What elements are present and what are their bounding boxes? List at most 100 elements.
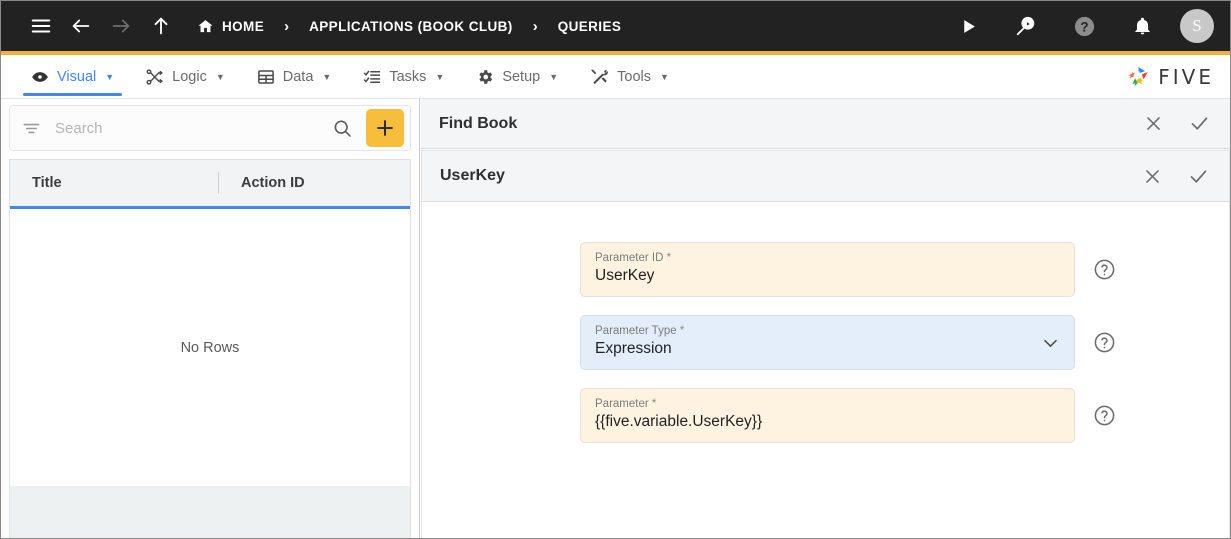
tab-data[interactable]: Data ▼ — [241, 55, 348, 98]
field-label: Parameter Type * — [595, 325, 1060, 337]
avatar[interactable]: S — [1180, 9, 1214, 43]
check-icon[interactable] — [1188, 166, 1209, 187]
breadcrumb-separator: › — [284, 17, 290, 35]
breadcrumb-separator: › — [532, 17, 538, 35]
field-row-parameter: Parameter * {{five.variable.UserKey}} — [422, 388, 1229, 443]
field-label: Parameter * — [595, 398, 1060, 410]
grid-header-row: Title Action ID — [10, 159, 410, 209]
gear-icon — [476, 68, 494, 86]
chevron-down-icon[interactable] — [1041, 333, 1060, 352]
tab-label: Tasks — [389, 68, 427, 85]
svg-text:?: ? — [1080, 19, 1088, 34]
search-icon[interactable] — [328, 114, 356, 142]
field-label: Parameter ID * — [595, 252, 1060, 264]
panel-title: Find Book — [439, 114, 518, 132]
required-marker: * — [651, 398, 657, 410]
field-value: UserKey — [595, 267, 655, 284]
chevron-down-icon: ▼ — [322, 71, 332, 82]
records-grid: Title Action ID No Rows — [9, 159, 411, 538]
field-value: {{five.variable.UserKey}} — [595, 413, 763, 430]
notifications-icon[interactable] — [1122, 6, 1162, 46]
chevron-down-icon: ▼ — [435, 71, 445, 82]
module-tab-bar: Visual ▼ Logic ▼ Data ▼ Tasks ▼ Setup ▼ … — [1, 55, 1230, 99]
panel-title: UserKey — [440, 167, 505, 184]
field-row-parameter-id: Parameter ID * UserKey — [422, 242, 1229, 297]
empty-state-message: No Rows — [180, 339, 240, 356]
required-marker: * — [666, 252, 672, 264]
search-bar — [9, 105, 411, 151]
column-header-action-id[interactable]: Action ID — [219, 175, 305, 191]
required-marker: * — [679, 325, 685, 337]
help-circle-icon[interactable] — [1093, 404, 1116, 427]
eye-icon — [31, 68, 49, 86]
top-navigation-bar: HOME › APPLICATIONS (BOOK CLUB) › QUERIE… — [1, 1, 1230, 55]
column-header-title[interactable]: Title — [10, 175, 218, 191]
tab-setup[interactable]: Setup ▼ — [460, 55, 574, 98]
field-value: Expression — [595, 340, 672, 357]
grid-body: No Rows — [10, 209, 410, 486]
panel-header-userkey: UserKey — [421, 150, 1230, 202]
breadcrumb-item-queries[interactable]: QUERIES — [556, 15, 624, 38]
chevron-down-icon: ▼ — [549, 71, 559, 82]
left-list-panel: Title Action ID No Rows — [1, 99, 420, 538]
application-window: HOME › APPLICATIONS (BOOK CLUB) › QUERIE… — [0, 0, 1231, 539]
top-nav-left-group: HOME › APPLICATIONS (BOOK CLUB) › QUERIE… — [21, 6, 623, 46]
close-icon[interactable] — [1143, 167, 1162, 186]
hamburger-menu-icon[interactable] — [21, 6, 61, 46]
brand-logo: FIVE — [1126, 55, 1230, 98]
top-nav-right-group: ? S — [948, 6, 1214, 46]
tab-label: Tools — [617, 68, 651, 85]
brand-name: FIVE — [1158, 64, 1214, 89]
five-pinwheel-icon — [1126, 64, 1151, 89]
tab-label: Logic — [172, 68, 207, 85]
arrow-left-icon[interactable] — [61, 6, 101, 46]
home-icon — [197, 18, 214, 35]
panel-header-find-book: Find Book — [421, 99, 1230, 149]
tab-tasks[interactable]: Tasks ▼ — [347, 55, 460, 98]
run-icon[interactable] — [948, 6, 988, 46]
right-detail-panel: Find Book UserKey Parameter ID * UserKey… — [420, 99, 1230, 538]
check-icon[interactable] — [1189, 113, 1210, 134]
field-label-text: Parameter Type — [595, 325, 677, 337]
panel-actions — [1144, 113, 1210, 134]
parameter-id-field[interactable]: Parameter ID * UserKey — [580, 242, 1075, 297]
help-circle-icon[interactable] — [1093, 331, 1116, 354]
chevron-down-icon: ▼ — [105, 71, 115, 82]
tab-visual[interactable]: Visual ▼ — [15, 55, 130, 98]
search-run-icon[interactable] — [1006, 6, 1046, 46]
breadcrumb-item-home[interactable]: HOME — [195, 14, 266, 39]
panel-actions — [1143, 166, 1209, 187]
tools-icon — [590, 67, 609, 86]
flow-icon — [146, 68, 164, 86]
parameter-type-select[interactable]: Parameter Type * Expression — [580, 315, 1075, 370]
help-icon[interactable]: ? — [1064, 6, 1104, 46]
parameter-field[interactable]: Parameter * {{five.variable.UserKey}} — [580, 388, 1075, 443]
breadcrumb-label: QUERIES — [557, 18, 622, 34]
tab-tools[interactable]: Tools ▼ — [574, 55, 685, 98]
help-circle-icon[interactable] — [1093, 258, 1116, 281]
breadcrumb: HOME › APPLICATIONS (BOOK CLUB) › QUERIE… — [195, 14, 623, 39]
field-label-text: Parameter ID — [595, 252, 664, 264]
filter-icon[interactable] — [20, 117, 43, 140]
breadcrumb-item-applications[interactable]: APPLICATIONS (BOOK CLUB) — [307, 15, 515, 38]
arrow-right-icon[interactable] — [101, 6, 141, 46]
grid-icon — [257, 68, 275, 86]
arrow-up-icon[interactable] — [141, 6, 181, 46]
tab-logic[interactable]: Logic ▼ — [130, 55, 241, 98]
add-button[interactable] — [366, 109, 404, 147]
main-content-area: Title Action ID No Rows Find Book — [1, 99, 1230, 538]
chevron-down-icon: ▼ — [660, 71, 669, 82]
grid-footer — [10, 486, 410, 538]
tab-label: Setup — [502, 68, 541, 85]
parameter-form: Parameter ID * UserKey Parameter Type * — [421, 202, 1230, 538]
search-input[interactable] — [49, 119, 322, 137]
tab-label: Visual — [57, 68, 97, 85]
breadcrumb-label: HOME — [222, 18, 265, 34]
breadcrumb-label: APPLICATIONS (BOOK CLUB) — [309, 18, 513, 34]
tab-label: Data — [282, 68, 314, 85]
close-icon[interactable] — [1144, 114, 1163, 133]
field-label-text: Parameter — [595, 398, 649, 410]
chevron-down-icon: ▼ — [215, 71, 225, 82]
field-row-parameter-type: Parameter Type * Expression — [422, 315, 1229, 370]
checklist-icon — [363, 68, 381, 86]
